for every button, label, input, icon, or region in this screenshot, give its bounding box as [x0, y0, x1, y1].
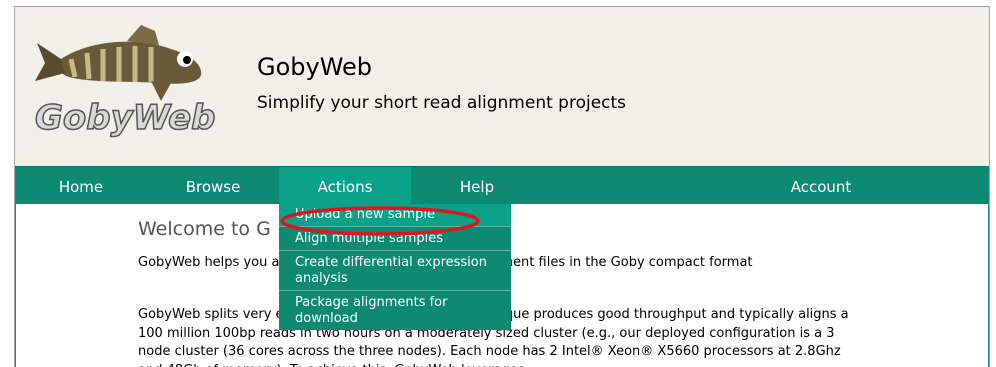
- welcome-heading: Welcome to G: [138, 218, 271, 240]
- page-frame: GobyWeb GobyWeb Simplify your short read…: [14, 6, 990, 367]
- main-nav: Home Browse Actions Help Account: [15, 166, 989, 205]
- menu-item-differential-expression[interactable]: Create differential expression analysis: [279, 251, 511, 291]
- menu-item-upload-sample[interactable]: Upload a new sample: [279, 204, 511, 227]
- nav-account[interactable]: Account: [755, 167, 887, 205]
- site-header: GobyWeb GobyWeb Simplify your short read…: [15, 7, 989, 166]
- nav-actions[interactable]: Actions: [279, 167, 411, 205]
- site-title: GobyWeb: [257, 53, 373, 81]
- site-tagline: Simplify your short read alignment proje…: [257, 93, 627, 113]
- nav-home[interactable]: Home: [15, 167, 147, 205]
- gobyweb-logo[interactable]: GobyWeb: [31, 19, 221, 139]
- menu-item-align-samples[interactable]: Align multiple samples: [279, 227, 511, 251]
- nav-help[interactable]: Help: [411, 167, 543, 205]
- menu-item-package-alignments[interactable]: Package alignments for download: [279, 291, 511, 330]
- fish-icon: [35, 25, 202, 101]
- nav-browse[interactable]: Browse: [147, 167, 279, 205]
- logo-text: GobyWeb: [35, 98, 216, 138]
- actions-dropdown-menu: Upload a new sample Align multiple sampl…: [279, 204, 511, 330]
